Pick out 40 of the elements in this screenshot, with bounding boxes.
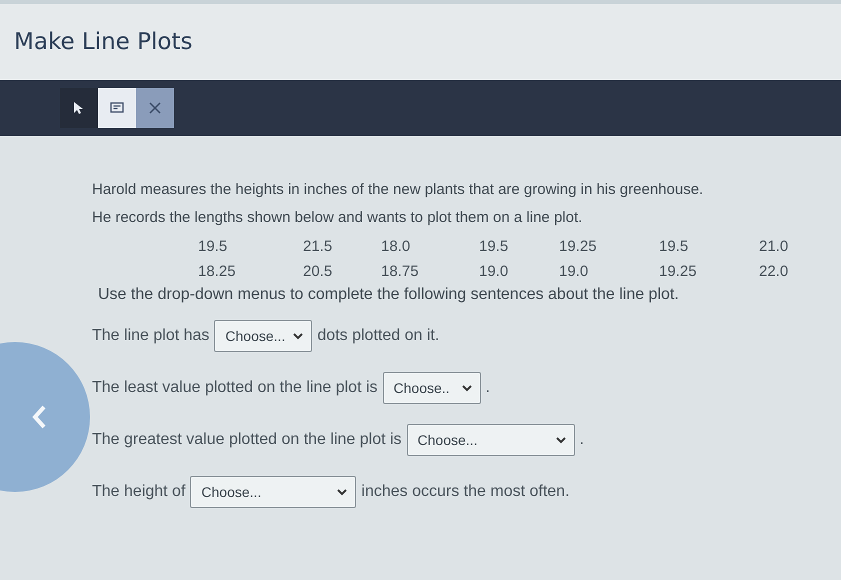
data-value: 19.25 — [659, 263, 698, 280]
chevron-down-icon — [293, 332, 304, 340]
sentence-text: The height of — [92, 483, 186, 501]
data-value: 18.25 — [198, 263, 237, 280]
data-value: 22.0 — [759, 263, 790, 280]
sentence-text: . — [486, 379, 490, 397]
pointer-icon — [73, 101, 85, 115]
data-value: 20.5 — [303, 263, 334, 280]
chevron-down-icon — [556, 436, 566, 444]
pointer-tool-button[interactable] — [60, 88, 98, 128]
chevron-left-icon — [32, 405, 46, 429]
dropdown[interactable]: Choose... — [406, 424, 575, 456]
question-text: He records the lengths shown below and wants to plot them on a line plot. — [92, 208, 584, 228]
close-icon — [149, 102, 161, 114]
notes-button[interactable] — [98, 88, 136, 128]
data-value: 18.0 — [381, 238, 412, 255]
data-value: 19.5 — [479, 238, 510, 255]
data-value: 19.0 — [559, 263, 590, 280]
sentence-text: The line plot has — [92, 327, 210, 345]
sentence-text: inches occurs the most often. — [361, 483, 570, 501]
chevron-down-icon — [462, 384, 472, 392]
data-value: 18.75 — [381, 263, 420, 280]
chevron-down-icon — [337, 488, 348, 496]
instruction-text: Use the drop-down menus to complete the following sentences about the line plot. — [98, 286, 680, 304]
data-value: 19.0 — [479, 263, 510, 280]
data-value: 21.0 — [759, 238, 790, 255]
sentence-text: The least value plotted on the line plot is — [92, 379, 378, 397]
sentence-text: . — [580, 431, 584, 449]
data-value: 19.5 — [198, 238, 228, 255]
sentence-text: dots plotted on it. — [317, 327, 440, 345]
sentence-text: The greatest value plotted on the line plot is — [92, 431, 402, 449]
dropdown[interactable]: Choose... — [190, 476, 356, 508]
data-value: 19.25 — [559, 238, 598, 255]
page-title: Make Line Plots — [14, 29, 192, 55]
notes-icon — [110, 102, 124, 114]
data-value: 21.5 — [303, 238, 334, 255]
dropdown[interactable]: Choose... — [214, 320, 312, 352]
dropdown[interactable]: Choose.. — [382, 372, 481, 404]
question-text: Harold measures the heights in inches of the new plants that are growing in his greenhouse. — [92, 180, 704, 200]
data-value: 19.5 — [659, 238, 690, 255]
